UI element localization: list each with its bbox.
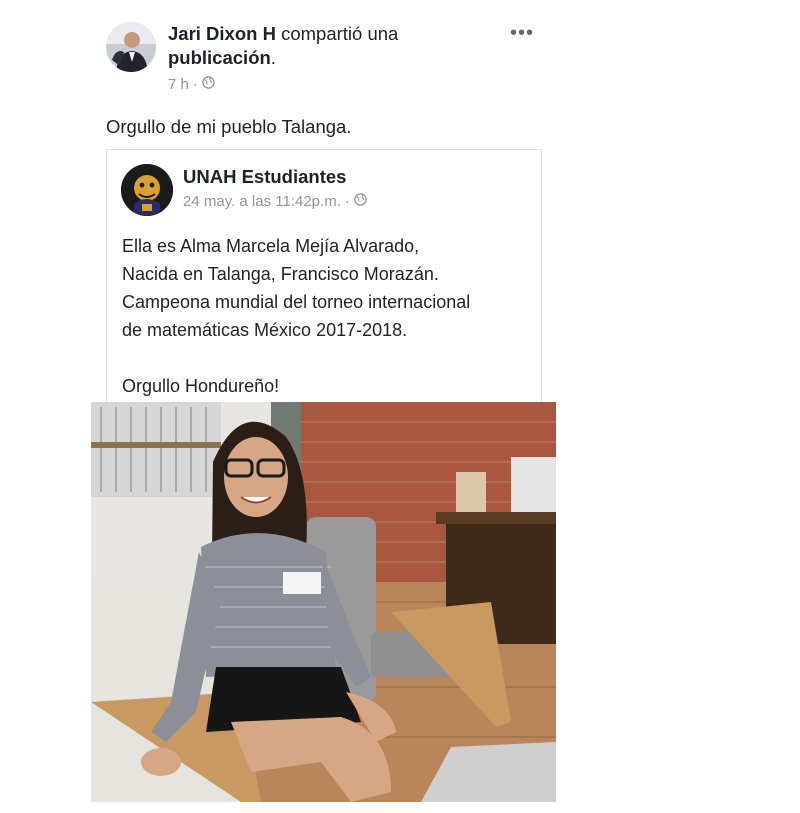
body-line: Campeona mundial del torneo internaciona… xyxy=(122,292,471,312)
author-avatar[interactable] xyxy=(106,22,156,72)
body-line: de matemáticas México 2017-2018. xyxy=(122,320,408,340)
meta-dot: · xyxy=(344,193,350,210)
shared-post-text: Ella es Alma Marcela Mejía Alvarado, Nac… xyxy=(122,232,537,400)
post-text: Orgullo de mi pueblo Talanga. xyxy=(106,116,352,137)
author-name[interactable]: Jari Dixon H xyxy=(168,23,276,44)
shared-post-meta: 24 may. a las 11:42p.m. · xyxy=(183,193,367,210)
body-closing: Orgullo Hondureño! xyxy=(122,376,280,396)
globe-icon xyxy=(202,76,215,93)
more-options-icon[interactable]: ••• xyxy=(510,22,534,45)
post-time[interactable]: 7 h xyxy=(168,76,189,93)
globe-icon xyxy=(354,193,367,210)
body-line: Ella es Alma Marcela Mejía Alvarado, xyxy=(122,236,420,256)
shared-post-date[interactable]: 24 may. a las 11:42p.m. xyxy=(183,193,341,210)
post-photo[interactable] xyxy=(91,402,556,802)
shared-post-link[interactable]: publicación xyxy=(168,47,271,68)
period: . xyxy=(270,47,276,68)
post-author-line: Jari Dixon H compartió una publicación. xyxy=(168,22,508,70)
shared-post-card[interactable]: UNAH Estudiantes 24 may. a las 11:42p.m.… xyxy=(106,149,542,402)
body-line: Nacida en Talanga, Francisco Morazán. xyxy=(122,264,439,284)
page-avatar[interactable] xyxy=(121,164,173,216)
post-action: compartió una xyxy=(281,23,399,44)
meta-dot: · xyxy=(192,76,198,93)
page-name[interactable]: UNAH Estudiantes xyxy=(183,166,346,188)
post-meta: 7 h · xyxy=(168,76,215,93)
